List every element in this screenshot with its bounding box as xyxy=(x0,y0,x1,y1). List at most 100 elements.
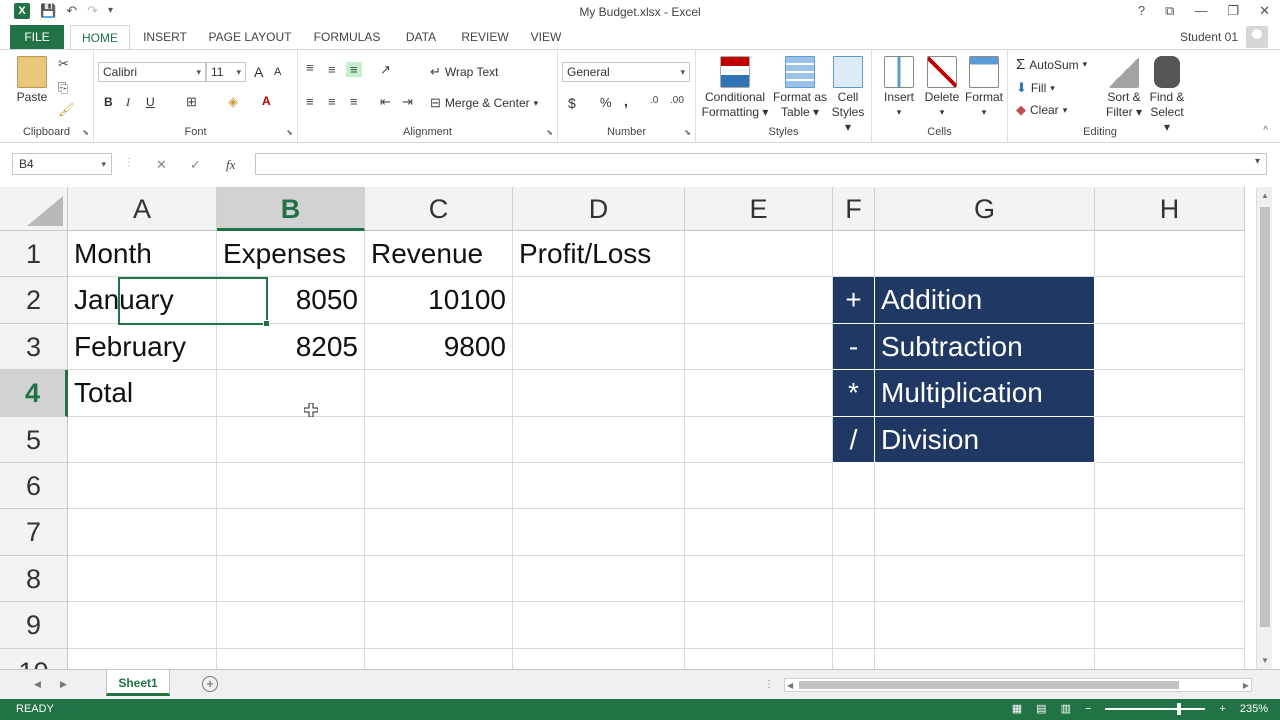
column-header-f[interactable]: F xyxy=(833,187,875,231)
cell-a7[interactable] xyxy=(68,509,217,556)
cell-h7[interactable] xyxy=(1095,509,1245,556)
shrink-font-button[interactable]: A xyxy=(274,66,281,78)
zoom-out-icon[interactable]: − xyxy=(1085,703,1091,715)
cell-c1[interactable]: Revenue xyxy=(365,231,513,278)
row-header-6[interactable]: 6 xyxy=(0,463,68,510)
page-layout-view-icon[interactable]: ▤ xyxy=(1036,702,1046,715)
cell-a3[interactable]: February xyxy=(68,323,217,371)
align-bottom-icon[interactable]: ≡ xyxy=(346,62,362,77)
cell-d10[interactable] xyxy=(513,648,685,669)
underline-button[interactable]: U xyxy=(146,95,155,109)
cell-d7[interactable] xyxy=(513,509,685,556)
merge-center-button[interactable]: ⊟ Merge & Center ▾ xyxy=(430,95,538,111)
cell-d8[interactable] xyxy=(513,555,685,603)
cut-icon[interactable]: ✂ xyxy=(58,56,69,72)
cell-h6[interactable] xyxy=(1095,463,1245,510)
operator-symbol[interactable]: + xyxy=(833,277,875,324)
cell-e5[interactable] xyxy=(685,416,833,463)
alignment-launcher-icon[interactable]: ⬊ xyxy=(546,128,553,137)
cell-f1[interactable] xyxy=(833,231,875,278)
cell-a5[interactable] xyxy=(68,416,217,463)
vertical-scroll-thumb[interactable] xyxy=(1260,207,1270,627)
paste-button[interactable]: Paste xyxy=(12,56,52,105)
operator-name[interactable]: Multiplication xyxy=(875,370,1095,417)
column-header-d[interactable]: D xyxy=(513,187,685,231)
cell-d3[interactable] xyxy=(513,323,685,371)
number-launcher-icon[interactable]: ⬊ xyxy=(684,128,691,137)
clear-button[interactable]: ◆ Clear ▾ xyxy=(1016,102,1067,118)
cell-e10[interactable] xyxy=(685,648,833,669)
increase-indent-icon[interactable]: ⇥ xyxy=(402,94,413,110)
format-painter-icon[interactable]: 🖌 xyxy=(58,102,75,118)
cell-g10[interactable] xyxy=(875,648,1095,669)
horizontal-scroll-thumb[interactable] xyxy=(799,681,1179,689)
ribbon-display-icon[interactable]: ⧉ xyxy=(1165,3,1174,19)
tab-page-layout[interactable]: PAGE LAYOUT xyxy=(204,25,296,49)
cell-a4[interactable]: Total xyxy=(68,370,217,417)
restore-icon[interactable]: ❐ xyxy=(1227,3,1239,19)
formula-input[interactable] xyxy=(255,153,1267,175)
cell-h1[interactable] xyxy=(1095,231,1245,278)
cell-e7[interactable] xyxy=(685,509,833,556)
number-format-select[interactable]: General xyxy=(562,62,690,82)
cell-g8[interactable] xyxy=(875,555,1095,603)
user-account[interactable]: Student 01 xyxy=(1180,25,1268,49)
cell-b4[interactable] xyxy=(217,370,365,417)
clipboard-launcher-icon[interactable]: ⬊ xyxy=(82,128,89,137)
column-header-h[interactable]: H xyxy=(1095,187,1245,231)
currency-button[interactable]: $ xyxy=(568,95,576,111)
tab-review[interactable]: REVIEW xyxy=(456,25,514,49)
zoom-slider[interactable] xyxy=(1105,702,1206,715)
cell-c9[interactable] xyxy=(365,602,513,649)
operator-name[interactable]: Division xyxy=(875,416,1095,463)
cell-e1[interactable] xyxy=(685,231,833,278)
select-all-button[interactable] xyxy=(0,187,68,231)
conditional-formatting-button[interactable]: Conditional Formatting ▾ xyxy=(700,56,770,120)
vertical-scrollbar[interactable]: ▲ ▼ xyxy=(1256,187,1272,669)
row-header-10[interactable]: 10 xyxy=(0,648,68,669)
cell-g7[interactable] xyxy=(875,509,1095,556)
cell-b8[interactable] xyxy=(217,555,365,603)
cell-a10[interactable] xyxy=(68,648,217,669)
operator-name[interactable]: Subtraction xyxy=(875,323,1095,371)
column-header-a[interactable]: A xyxy=(68,187,217,231)
insert-function-icon[interactable]: fx xyxy=(226,157,235,173)
font-color-icon[interactable]: A xyxy=(262,94,271,108)
cell-b9[interactable] xyxy=(217,602,365,649)
align-center-icon[interactable]: ≡ xyxy=(328,94,336,109)
cell-e9[interactable] xyxy=(685,602,833,649)
autosum-button[interactable]: Σ AutoSum ▾ xyxy=(1016,56,1087,73)
cell-h4[interactable] xyxy=(1095,370,1245,417)
cell-c6[interactable] xyxy=(365,463,513,510)
tab-split-grip-icon[interactable]: ⋮ xyxy=(764,679,774,690)
font-size-select[interactable]: 11 xyxy=(206,62,246,82)
zoom-in-icon[interactable]: + xyxy=(1219,703,1225,715)
cell-g6[interactable] xyxy=(875,463,1095,510)
row-header-4[interactable]: 4 xyxy=(0,370,68,417)
tab-formulas[interactable]: FORMULAS xyxy=(308,25,386,49)
cell-e4[interactable] xyxy=(685,370,833,417)
operator-symbol[interactable]: * xyxy=(833,370,875,417)
align-left-icon[interactable]: ≡ xyxy=(306,94,314,109)
scroll-down-icon[interactable]: ▼ xyxy=(1261,656,1269,665)
tab-insert[interactable]: INSERT xyxy=(138,25,192,49)
cell-a6[interactable] xyxy=(68,463,217,510)
row-header-5[interactable]: 5 xyxy=(0,416,68,463)
cell-d5[interactable] xyxy=(513,416,685,463)
cell-e3[interactable] xyxy=(685,323,833,371)
zoom-level[interactable]: 235% xyxy=(1240,703,1268,715)
grow-font-button[interactable]: A xyxy=(254,64,263,80)
align-right-icon[interactable]: ≡ xyxy=(350,94,358,109)
column-header-c[interactable]: C xyxy=(365,187,513,231)
column-header-g[interactable]: G xyxy=(875,187,1095,231)
cell-b1[interactable]: Expenses xyxy=(217,231,365,278)
cell-styles-button[interactable]: Cell Styles ▾ xyxy=(828,56,868,135)
cell-d6[interactable] xyxy=(513,463,685,510)
italic-button[interactable]: I xyxy=(126,95,130,110)
cell-a9[interactable] xyxy=(68,602,217,649)
collapse-ribbon-icon[interactable]: ^ xyxy=(1263,125,1268,136)
tab-home[interactable]: HOME xyxy=(70,25,130,49)
cell-h9[interactable] xyxy=(1095,602,1245,649)
cell-d1[interactable]: Profit/Loss xyxy=(513,231,685,278)
help-icon[interactable]: ? xyxy=(1138,3,1145,19)
